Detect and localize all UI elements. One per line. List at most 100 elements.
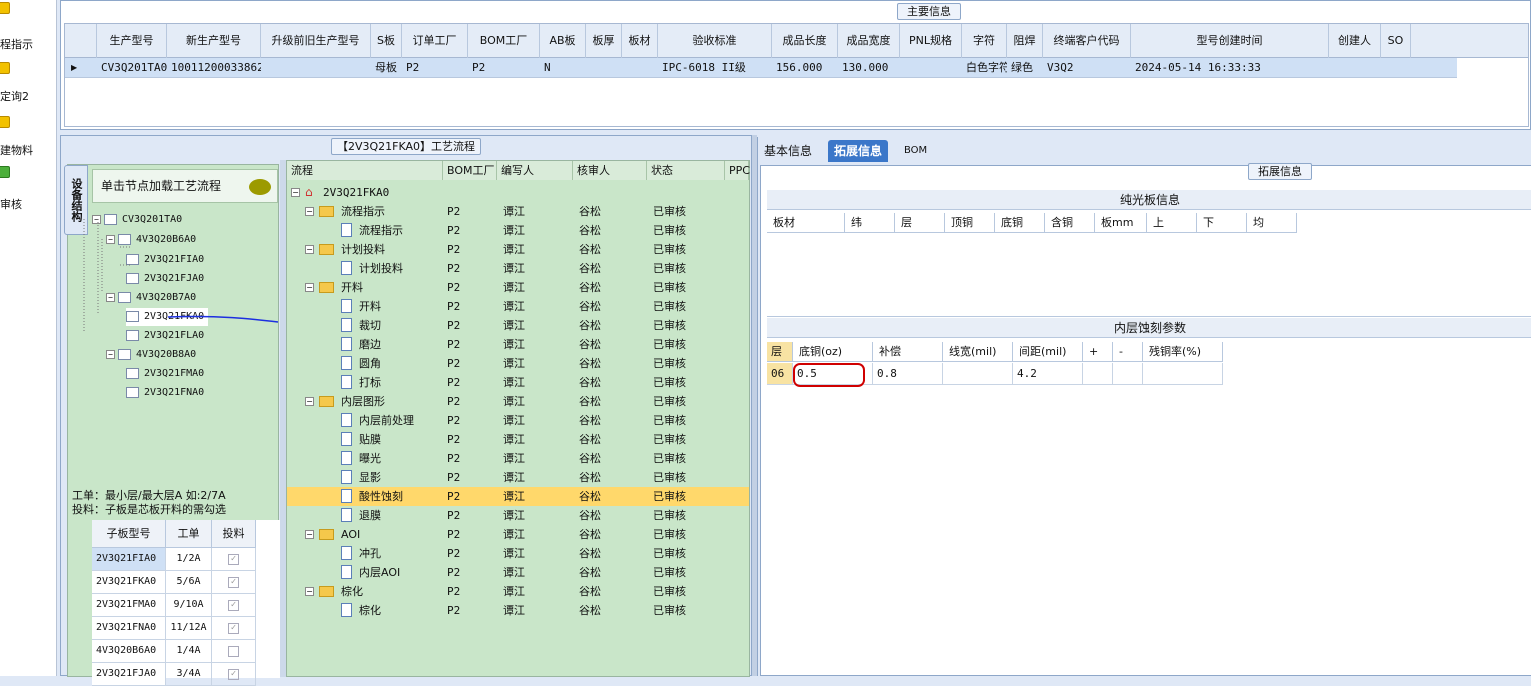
column-header[interactable]: 板材 xyxy=(622,24,658,58)
column-header[interactable]: S板 xyxy=(371,24,402,58)
column-header[interactable]: 板厚 xyxy=(586,24,622,58)
sub-board-model[interactable]: 2V3Q21FJA0 xyxy=(92,663,166,686)
nav-item-review[interactable]: 审核 xyxy=(0,166,56,211)
plain-board-column[interactable]: 均 xyxy=(1247,213,1297,233)
plain-board-column[interactable]: 板mm xyxy=(1095,213,1147,233)
plain-board-column[interactable]: 下 xyxy=(1197,213,1247,233)
table-row[interactable]: ▶ CV3Q201TA0 10011200033862 母板 P2 P2 N IPC-601… xyxy=(65,58,1457,78)
flow-row[interactable]: 裁切 P2 谭江 谷松 已审核 xyxy=(287,316,749,335)
column-header[interactable]: PNL规格 xyxy=(900,24,962,58)
flow-row[interactable]: − 内层图形 P2 谭江 谷松 已审核 xyxy=(287,392,749,411)
inner-etch-column[interactable]: 间距(mil) xyxy=(1013,342,1083,362)
flow-row[interactable]: 流程指示 P2 谭江 谷松 已审核 xyxy=(287,221,749,240)
checkbox-icon[interactable]: ✓ xyxy=(228,622,239,634)
column-header[interactable]: 生产型号 xyxy=(97,24,167,58)
inner-etch-column[interactable]: 残铜率(%) xyxy=(1143,342,1223,362)
column-header[interactable]: 阻焊 xyxy=(1007,24,1043,58)
sub-board-model[interactable]: 2V3Q21FMA0 xyxy=(92,594,166,617)
sub-grid-header[interactable]: 子板型号 xyxy=(92,520,166,548)
flow-row[interactable]: 退膜 P2 谭江 谷松 已审核 xyxy=(287,506,749,525)
feed-checkbox[interactable]: ✓ xyxy=(212,663,256,686)
flow-row[interactable]: 开料 P2 谭江 谷松 已审核 xyxy=(287,297,749,316)
inner-etch-cell[interactable] xyxy=(1143,363,1223,385)
column-header[interactable]: BOM工厂 xyxy=(468,24,540,58)
flow-row[interactable]: − 流程指示 P2 谭江 谷松 已审核 xyxy=(287,202,749,221)
sub-board-model[interactable]: 2V3Q21FIA0 xyxy=(92,548,166,571)
flow-row[interactable]: 内层AOI P2 谭江 谷松 已审核 xyxy=(287,563,749,582)
plain-board-column[interactable]: 顶铜 xyxy=(945,213,995,233)
flow-root-row[interactable]: − ⌂ 2V3Q21FKA0 xyxy=(287,183,749,202)
work-order[interactable]: 3/4A xyxy=(166,663,212,686)
tab-extended-info[interactable]: 拓展信息 xyxy=(828,140,889,162)
collapse-icon[interactable]: − xyxy=(305,283,314,292)
inner-etch-column[interactable]: 层 xyxy=(767,342,793,362)
flow-column-header[interactable]: 编写人 xyxy=(497,161,573,180)
plain-board-column[interactable]: 含铜 xyxy=(1045,213,1095,233)
tab-basic-info[interactable]: 基本信息 xyxy=(758,140,818,162)
nav-item-process[interactable]: 程指示 xyxy=(0,2,56,51)
work-order[interactable]: 11/12A xyxy=(166,617,212,640)
nav-item-material[interactable]: 建物料 xyxy=(0,116,56,157)
inner-etch-row[interactable]: 06 0.5 0.8 4.2 xyxy=(767,363,1531,385)
checkbox-icon[interactable]: ✓ xyxy=(228,553,239,565)
plain-board-column[interactable]: 纬 xyxy=(845,213,895,233)
flow-row[interactable]: − AOI P2 谭江 谷松 已审核 xyxy=(287,525,749,544)
column-header[interactable]: 新生产型号 xyxy=(167,24,261,58)
flow-row[interactable]: 打标 P2 谭江 谷松 已审核 xyxy=(287,373,749,392)
flow-column-header[interactable]: BOM工厂 xyxy=(443,161,497,180)
inner-etch-column[interactable]: 补偿 xyxy=(873,342,943,362)
feed-checkbox[interactable]: ✓ xyxy=(212,617,256,640)
inner-etch-column[interactable]: 线宽(mil) xyxy=(943,342,1013,362)
inner-etch-cell[interactable] xyxy=(1083,363,1113,385)
right-splitter[interactable] xyxy=(752,135,757,676)
flow-row[interactable]: 计划投料 P2 谭江 谷松 已审核 xyxy=(287,259,749,278)
sub-board-model[interactable]: 4V3Q20B6A0 xyxy=(92,640,166,663)
inner-etch-column[interactable]: 底铜(oz) xyxy=(793,342,873,362)
column-header[interactable]: SO xyxy=(1381,24,1411,58)
plain-board-column[interactable]: 上 xyxy=(1147,213,1197,233)
sub-board-model[interactable]: 2V3Q21FKA0 xyxy=(92,571,166,594)
plain-board-column[interactable]: 层 xyxy=(895,213,945,233)
nav-item-query[interactable]: 定询2 xyxy=(0,62,56,103)
inner-etch-column[interactable]: + xyxy=(1083,342,1113,362)
flow-row[interactable]: 曝光 P2 谭江 谷松 已审核 xyxy=(287,449,749,468)
flow-row[interactable]: − 计划投料 P2 谭江 谷松 已审核 xyxy=(287,240,749,259)
flow-column-header[interactable]: PPC xyxy=(725,161,750,180)
column-header[interactable]: 升级前旧生产型号 xyxy=(261,24,371,58)
work-order[interactable]: 1/4A xyxy=(166,640,212,663)
flow-column-header[interactable]: 状态 xyxy=(647,161,725,180)
flow-row[interactable]: 贴膜 P2 谭江 谷松 已审核 xyxy=(287,430,749,449)
inner-etch-column[interactable]: - xyxy=(1113,342,1143,362)
checkbox-icon[interactable]: ✓ xyxy=(228,599,239,611)
flow-row[interactable]: 酸性蚀刻 P2 谭江 谷松 已审核 xyxy=(287,487,749,506)
flow-row[interactable]: − 开料 P2 谭江 谷松 已审核 xyxy=(287,278,749,297)
inner-etch-cell[interactable] xyxy=(943,363,1013,385)
collapse-icon[interactable]: − xyxy=(305,530,314,539)
flow-row[interactable]: 棕化 P2 谭江 谷松 已审核 xyxy=(287,601,749,620)
collapse-icon[interactable]: − xyxy=(291,188,300,197)
column-header[interactable]: AB板 xyxy=(540,24,586,58)
feed-checkbox[interactable]: ✓ xyxy=(212,548,256,571)
column-header[interactable]: 成品长度 xyxy=(772,24,838,58)
inner-etch-cell[interactable]: 06 xyxy=(767,363,793,385)
tab-bom[interactable]: BOM xyxy=(898,140,933,162)
flow-row[interactable]: − 棕化 P2 谭江 谷松 已审核 xyxy=(287,582,749,601)
column-header[interactable]: 创建人 xyxy=(1329,24,1381,58)
column-header[interactable]: 终端客户代码 xyxy=(1043,24,1131,58)
sub-grid-header[interactable]: 工单 xyxy=(166,520,212,548)
collapse-icon[interactable]: − xyxy=(305,587,314,596)
plain-board-column[interactable]: 板材 xyxy=(767,213,845,233)
flow-row[interactable]: 冲孔 P2 谭江 谷松 已审核 xyxy=(287,544,749,563)
column-header[interactable]: 字符 xyxy=(962,24,1007,58)
inner-etch-cell[interactable]: 4.2 xyxy=(1013,363,1083,385)
plain-board-column[interactable]: 底铜 xyxy=(995,213,1045,233)
collapse-icon[interactable]: − xyxy=(305,245,314,254)
feed-checkbox[interactable]: ✓ xyxy=(212,571,256,594)
checkbox-icon[interactable]: ✓ xyxy=(228,576,239,588)
inner-etch-cell[interactable] xyxy=(1113,363,1143,385)
work-order[interactable]: 9/10A xyxy=(166,594,212,617)
collapse-icon[interactable]: − xyxy=(305,397,314,406)
work-order[interactable]: 5/6A xyxy=(166,571,212,594)
flow-row[interactable]: 圆角 P2 谭江 谷松 已审核 xyxy=(287,354,749,373)
checkbox-icon[interactable] xyxy=(228,645,239,657)
